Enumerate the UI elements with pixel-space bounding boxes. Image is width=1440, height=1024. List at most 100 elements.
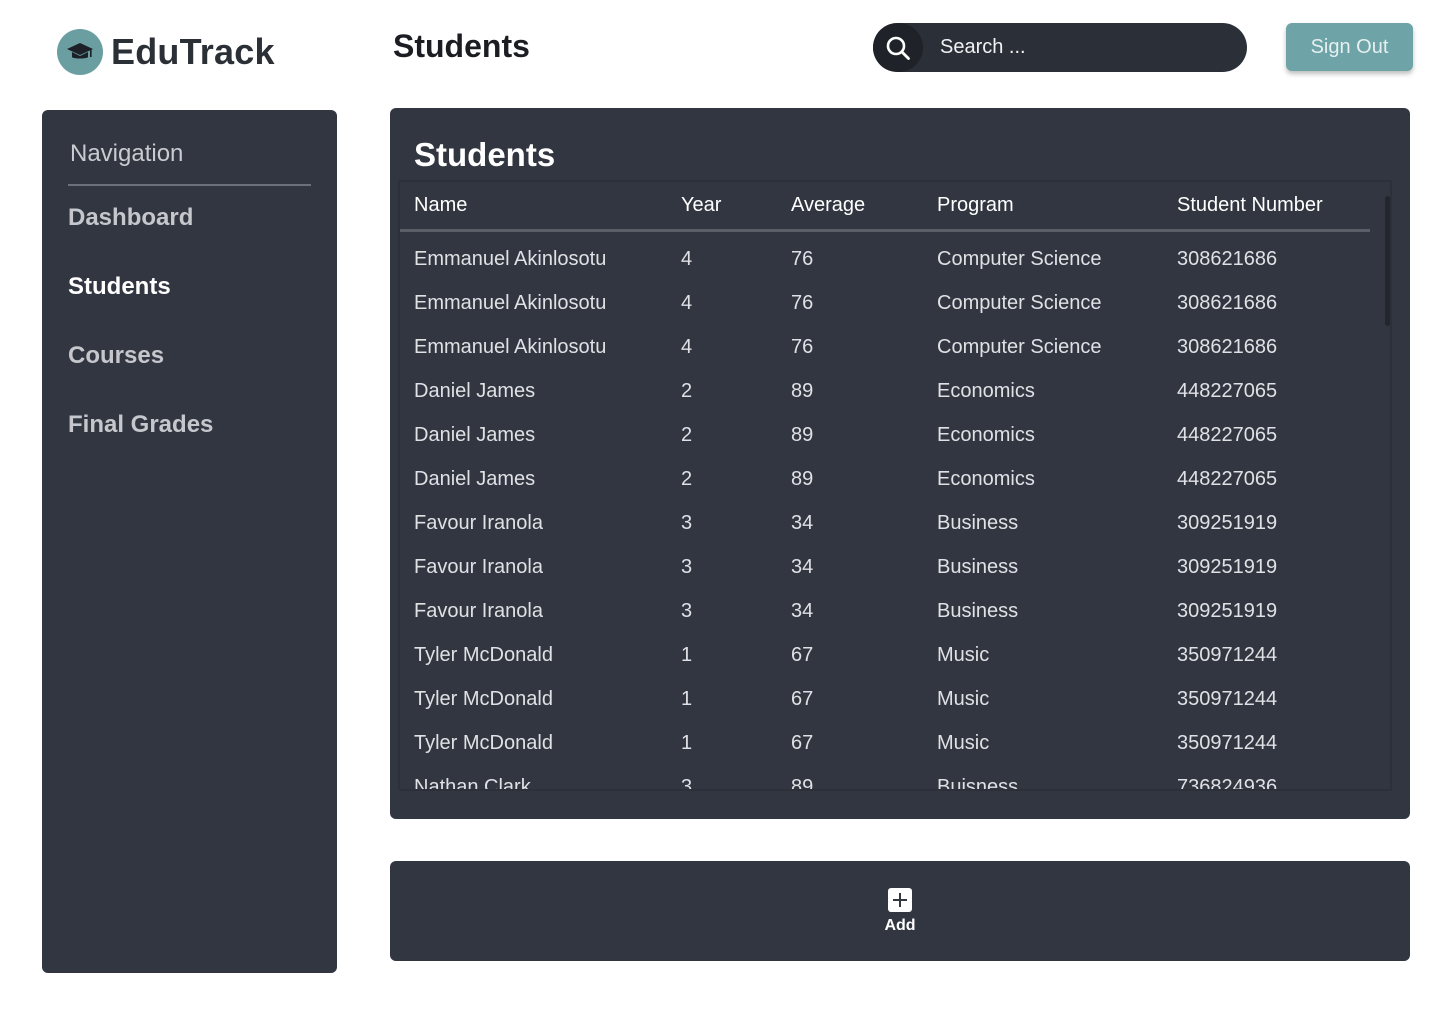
cell-year: 4	[681, 292, 693, 314]
column-header-name[interactable]: Name	[414, 194, 467, 217]
cell-program: Economics	[937, 380, 1035, 402]
cell-average: 67	[791, 644, 814, 666]
cell-average: 34	[791, 600, 814, 622]
cell-year: 2	[681, 468, 693, 490]
table-row[interactable]: Daniel James 2 89 Economics 448227065	[400, 458, 1370, 502]
brand[interactable]: EduTrack	[57, 28, 275, 76]
cell-student-number: 736824936	[1177, 776, 1278, 791]
cell-student-number: 308621686	[1177, 336, 1278, 358]
cell-average: 67	[791, 732, 814, 754]
table-row[interactable]: Nathan Clark 3 89 Buisness 736824936	[400, 766, 1370, 791]
cell-average: 89	[791, 380, 814, 402]
cell-name: Favour Iranola	[414, 600, 543, 622]
cell-name: Nathan Clark	[414, 776, 531, 791]
cell-average: 34	[791, 512, 814, 534]
cell-program: Economics	[937, 468, 1035, 490]
cell-average: 89	[791, 776, 814, 791]
sidebar-item-dashboard[interactable]: Dashboard	[68, 204, 193, 232]
card-title: Students	[414, 136, 556, 173]
table-row[interactable]: Tyler McDonald 1 67 Music 350971244	[400, 722, 1370, 766]
cell-student-number: 448227065	[1177, 380, 1278, 402]
sidebar-item-final-grades[interactable]: Final Grades	[68, 411, 213, 439]
table-row[interactable]: Favour Iranola 3 34 Business 309251919	[400, 502, 1370, 546]
cell-year: 3	[681, 556, 693, 578]
cell-student-number: 350971244	[1177, 688, 1278, 710]
cell-name: Favour Iranola	[414, 512, 543, 534]
cell-year: 3	[681, 776, 693, 791]
cell-average: 34	[791, 556, 814, 578]
cell-name: Daniel James	[414, 468, 536, 490]
cell-name: Emmanuel Akinlosotu	[414, 336, 607, 358]
sidebar: Navigation Dashboard Students Courses Fi…	[42, 110, 337, 973]
cell-year: 1	[681, 688, 693, 710]
column-header-program[interactable]: Program	[937, 194, 1014, 217]
students-card: Students Name Year Average Program Stude…	[390, 108, 1410, 819]
cell-student-number: 308621686	[1177, 248, 1278, 270]
cell-name: Tyler McDonald	[414, 644, 553, 666]
cell-name: Tyler McDonald	[414, 688, 553, 710]
students-table[interactable]: Name Year Average Program Student Number…	[398, 180, 1392, 791]
table-scrollbar[interactable]	[1385, 196, 1390, 326]
table-row[interactable]: Emmanuel Akinlosotu 4 76 Computer Science 30…	[400, 238, 1370, 282]
cell-year: 3	[681, 600, 693, 622]
column-header-year[interactable]: Year	[681, 194, 721, 217]
add-button[interactable]: Add	[884, 887, 916, 935]
cell-year: 1	[681, 644, 693, 666]
nav-heading: Navigation	[70, 140, 184, 167]
table-body: Emmanuel Akinlosotu 4 76 Computer Science 30…	[400, 238, 1370, 791]
cell-name: Emmanuel Akinlosotu	[414, 292, 607, 314]
table-row[interactable]: Tyler McDonald 1 67 Music 350971244	[400, 634, 1370, 678]
table-row[interactable]: Favour Iranola 3 34 Business 309251919	[400, 590, 1370, 634]
cell-year: 4	[681, 248, 693, 270]
cell-year: 2	[681, 424, 693, 446]
cell-student-number: 350971244	[1177, 644, 1278, 666]
cell-student-number: 448227065	[1177, 468, 1278, 490]
table-header: Name Year Average Program Student Number	[400, 182, 1370, 232]
cell-student-number: 309251919	[1177, 556, 1278, 578]
table-row[interactable]: Favour Iranola 3 34 Business 309251919	[400, 546, 1370, 590]
brand-name: EduTrack	[111, 31, 275, 72]
cell-student-number: 309251919	[1177, 600, 1278, 622]
cell-program: Computer Science	[937, 292, 1102, 314]
table-row[interactable]: Emmanuel Akinlosotu 4 76 Computer Science 30…	[400, 326, 1370, 370]
sidebar-item-students[interactable]: Students	[68, 273, 171, 301]
column-header-average[interactable]: Average	[791, 194, 865, 217]
table-row[interactable]: Emmanuel Akinlosotu 4 76 Computer Science 30…	[400, 282, 1370, 326]
sidebar-item-courses[interactable]: Courses	[68, 342, 164, 370]
cell-program: Business	[937, 556, 1019, 578]
cell-average: 89	[791, 468, 814, 490]
add-card: Add	[390, 861, 1410, 961]
search-icon[interactable]	[873, 23, 923, 72]
cell-average: 76	[791, 248, 814, 270]
table-row[interactable]: Daniel James 2 89 Economics 448227065	[400, 370, 1370, 414]
cell-name: Favour Iranola	[414, 556, 543, 578]
cell-program: Music	[937, 644, 990, 666]
page-title: Students	[393, 28, 530, 64]
cell-name: Daniel James	[414, 380, 536, 402]
column-header-student-number[interactable]: Student Number	[1177, 194, 1323, 217]
cell-year: 4	[681, 336, 693, 358]
cell-name: Emmanuel Akinlosotu	[414, 248, 607, 270]
cell-year: 3	[681, 512, 693, 534]
cell-program: Computer Science	[937, 248, 1102, 270]
cell-program: Music	[937, 732, 990, 754]
cell-program: Economics	[937, 424, 1035, 446]
cell-year: 2	[681, 380, 693, 402]
table-row[interactable]: Tyler McDonald 1 67 Music 350971244	[400, 678, 1370, 722]
search-bar[interactable]	[873, 23, 1247, 72]
cell-name: Tyler McDonald	[414, 732, 553, 754]
cell-average: 89	[791, 424, 814, 446]
cell-student-number: 350971244	[1177, 732, 1278, 754]
cell-student-number: 309251919	[1177, 512, 1278, 534]
search-input[interactable]	[923, 23, 1247, 72]
cell-program: Business	[937, 512, 1019, 534]
cell-name: Daniel James	[414, 424, 536, 446]
table-row[interactable]: Daniel James 2 89 Economics 448227065	[400, 414, 1370, 458]
sign-out-button[interactable]: Sign Out	[1286, 23, 1413, 71]
cell-program: Computer Science	[937, 336, 1102, 358]
cell-year: 1	[681, 732, 693, 754]
plus-icon	[887, 887, 912, 912]
cell-average: 67	[791, 688, 814, 710]
nav-divider	[68, 184, 311, 186]
add-label: Add	[884, 916, 916, 934]
